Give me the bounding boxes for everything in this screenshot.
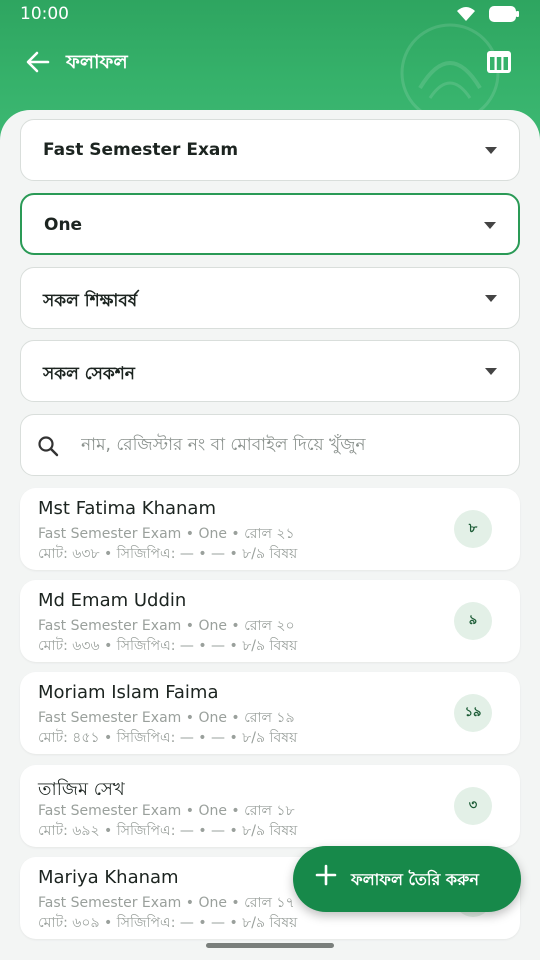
rank-badge: ১৯ bbox=[454, 694, 492, 732]
exam-dropdown-label: Fast Semester Exam bbox=[43, 140, 239, 160]
create-result-label: ফলাফল তৈরি করুন bbox=[351, 870, 479, 889]
result-card[interactable]: Md Emam Uddin Fast Semester Exam • One •… bbox=[20, 580, 520, 662]
student-name: Moriam Islam Faima bbox=[38, 682, 219, 703]
search-input[interactable] bbox=[81, 429, 501, 461]
battery-icon bbox=[489, 6, 519, 22]
rank-badge: ৮ bbox=[454, 510, 492, 548]
exam-dropdown[interactable]: Fast Semester Exam bbox=[20, 119, 520, 181]
year-dropdown-label: সকল শিক্ষাবর্ষ bbox=[43, 291, 138, 311]
dropdown-arrow-icon bbox=[484, 222, 496, 229]
page-title: ফলাফল bbox=[66, 51, 128, 73]
status-bar: 10:00 bbox=[0, 0, 540, 30]
student-name: Md Emam Uddin bbox=[38, 590, 187, 611]
class-dropdown-label: One bbox=[44, 215, 83, 235]
app-bar: ফলাফল bbox=[0, 40, 540, 84]
student-name: Mst Fatima Khanam bbox=[38, 498, 216, 519]
result-summary: মোট: ৬৯২ • সিজিপিএ: — • — • ৮/৯ বিষয় bbox=[38, 823, 298, 839]
search-box bbox=[20, 414, 520, 476]
dropdown-arrow-icon bbox=[485, 295, 497, 302]
create-result-button[interactable]: ফলাফল তৈরি করুন bbox=[293, 846, 521, 912]
search-icon bbox=[38, 436, 59, 457]
table-icon[interactable] bbox=[486, 50, 512, 74]
status-icons bbox=[456, 5, 520, 23]
result-card[interactable]: Moriam Islam Faima Fast Semester Exam • … bbox=[20, 672, 520, 754]
section-dropdown-label: সকল সেকশন bbox=[43, 364, 135, 384]
dropdown-arrow-icon bbox=[485, 368, 497, 375]
wifi-icon bbox=[457, 7, 475, 21]
home-indicator[interactable] bbox=[206, 943, 334, 948]
result-summary: মোট: ৬০৯ • সিজিপিএ: — • — • ৮/৯ বিষয় bbox=[38, 915, 298, 931]
result-card[interactable]: তাজিম সেখ Fast Semester Exam • One • রোল… bbox=[20, 765, 520, 847]
student-name: Mariya Khanam bbox=[38, 867, 179, 888]
result-card[interactable]: Mst Fatima Khanam Fast Semester Exam • O… bbox=[20, 488, 520, 570]
result-summary: মোট: ৬৩৮ • সিজিপিএ: — • — • ৮/৯ বিষয় bbox=[38, 546, 298, 562]
dropdown-arrow-icon bbox=[485, 147, 497, 154]
status-time: 10:00 bbox=[20, 4, 69, 24]
back-arrow-icon[interactable] bbox=[24, 48, 52, 76]
plus-icon bbox=[315, 864, 337, 886]
result-summary: মোট: ৪৫১ • সিজিপিএ: — • — • ৮/৯ বিষয় bbox=[38, 730, 298, 746]
rank-badge: ৯ bbox=[454, 602, 492, 640]
class-dropdown[interactable]: One bbox=[20, 193, 520, 255]
section-dropdown[interactable]: সকল সেকশন bbox=[20, 340, 520, 402]
result-summary: মোট: ৬৩৬ • সিজিপিএ: — • — • ৮/৯ বিষয় bbox=[38, 638, 298, 654]
rank-badge: ৩ bbox=[454, 787, 492, 825]
year-dropdown[interactable]: সকল শিক্ষাবর্ষ bbox=[20, 267, 520, 329]
